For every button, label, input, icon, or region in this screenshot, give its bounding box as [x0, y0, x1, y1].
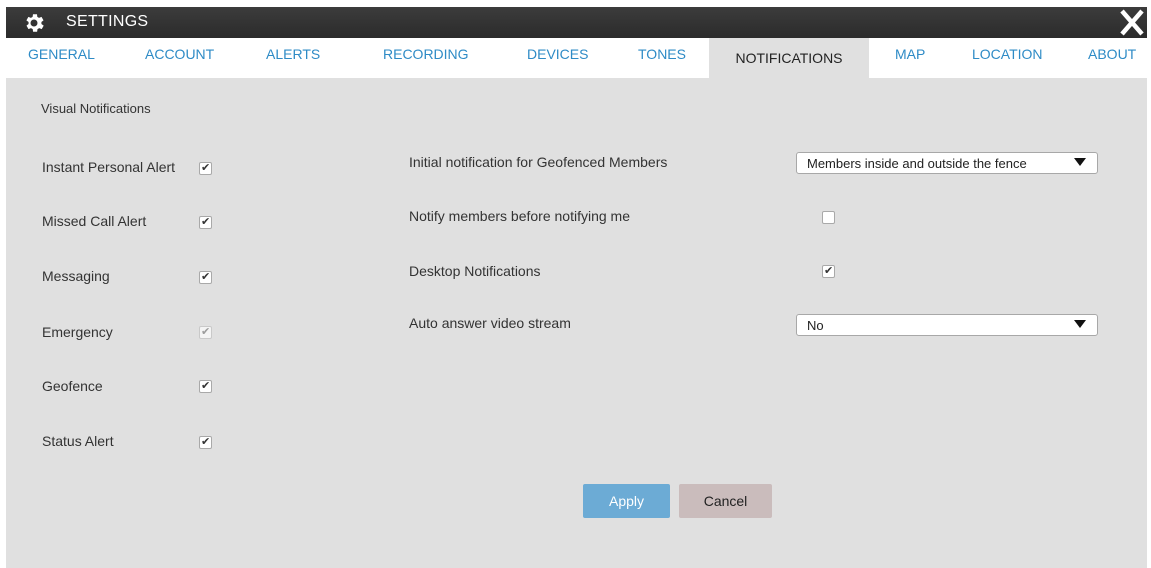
geofence-checkbox[interactable]: ✔	[199, 380, 212, 393]
checkmark-icon: ✔	[201, 436, 211, 448]
geofence-notification-value: Members inside and outside the fence	[807, 156, 1027, 171]
notifications-panel: Visual Notifications Instant Personal Al…	[6, 78, 1147, 568]
checkmark-icon: ✔	[201, 271, 211, 283]
status-alert-checkbox[interactable]: ✔	[199, 436, 212, 449]
missed-call-alert-label: Missed Call Alert	[42, 213, 147, 229]
tab-devices[interactable]: DEVICES	[527, 38, 588, 78]
missed-call-alert-checkbox[interactable]: ✔	[199, 216, 212, 229]
notify-members-label: Notify members before notifying me	[409, 208, 630, 224]
checkmark-icon: ✔	[201, 162, 211, 174]
tab-alerts[interactable]: ALERTS	[266, 38, 320, 78]
checkmark-icon: ✔	[201, 380, 211, 392]
dropdown-arrow-icon	[1074, 320, 1086, 328]
messaging-label: Messaging	[42, 268, 110, 284]
window-title: SETTINGS	[66, 13, 149, 30]
geofence-notification-select[interactable]: Members inside and outside the fence	[796, 152, 1098, 174]
apply-button[interactable]: Apply	[583, 484, 670, 518]
title-bar: SETTINGS	[6, 7, 1147, 38]
gear-icon	[26, 14, 44, 32]
desktop-notifications-label: Desktop Notifications	[409, 263, 541, 279]
tab-about[interactable]: ABOUT	[1088, 38, 1136, 78]
close-icon[interactable]	[1115, 7, 1147, 38]
tab-tones[interactable]: TONES	[638, 38, 686, 78]
status-alert-label: Status Alert	[42, 433, 114, 449]
checkmark-icon: ✔	[201, 216, 211, 228]
auto-answer-value: No	[807, 318, 824, 333]
tab-bar: GENERAL ACCOUNT ALERTS RECORDING DEVICES…	[6, 38, 1147, 78]
instant-personal-alert-checkbox[interactable]: ✔	[199, 162, 212, 175]
auto-answer-label: Auto answer video stream	[409, 315, 571, 331]
tab-account[interactable]: ACCOUNT	[145, 38, 214, 78]
settings-window: SETTINGS GENERAL ACCOUNT ALERTS RECORDIN…	[6, 7, 1147, 568]
emergency-label: Emergency	[42, 324, 113, 340]
geofence-label: Geofence	[42, 378, 103, 394]
tab-recording[interactable]: RECORDING	[383, 38, 469, 78]
auto-answer-select[interactable]: No	[796, 314, 1098, 336]
notify-members-checkbox[interactable]	[822, 211, 835, 224]
tab-notifications[interactable]: NOTIFICATIONS	[709, 38, 869, 78]
cancel-button[interactable]: Cancel	[679, 484, 772, 518]
tab-general[interactable]: GENERAL	[28, 38, 95, 78]
checkmark-icon: ✔	[824, 265, 834, 277]
tab-map[interactable]: MAP	[895, 38, 925, 78]
tab-location[interactable]: LOCATION	[972, 38, 1043, 78]
visual-notifications-heading: Visual Notifications	[41, 101, 151, 116]
checkmark-icon: ✔	[201, 326, 211, 338]
messaging-checkbox[interactable]: ✔	[199, 271, 212, 284]
instant-personal-alert-label: Instant Personal Alert	[42, 159, 176, 175]
desktop-notifications-checkbox[interactable]: ✔	[822, 265, 835, 278]
geofence-notification-label: Initial notification for Geofenced Membe…	[409, 154, 668, 170]
dropdown-arrow-icon	[1074, 158, 1086, 166]
emergency-checkbox: ✔	[199, 326, 212, 339]
